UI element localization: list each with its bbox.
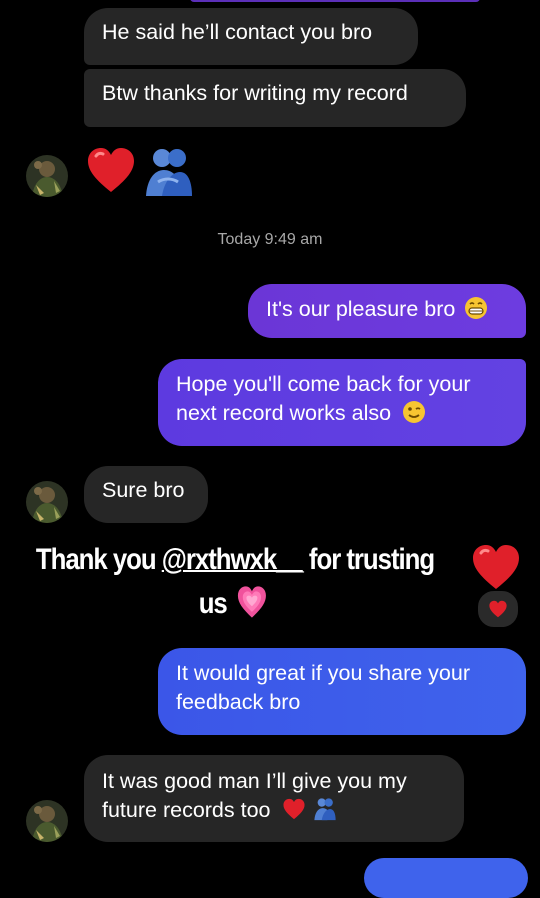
- outgoing-message[interactable]: It's our pleasure bro: [248, 284, 526, 338]
- red-heart-icon: [88, 148, 134, 192]
- reaction-badge[interactable]: [476, 589, 520, 629]
- message-line: It would great if you share your: [176, 661, 470, 685]
- message-text: Sure bro: [102, 478, 185, 502]
- contact-avatar[interactable]: [26, 800, 68, 842]
- message-text: Btw thanks for writing my record: [102, 81, 408, 105]
- caption-text: us: [198, 587, 228, 620]
- red-heart-icon: [282, 799, 305, 820]
- red-heart-icon: [489, 600, 507, 618]
- message-line: Hope you'll come back for your: [176, 372, 471, 396]
- grinning-face-icon: [465, 297, 488, 320]
- message-line: next record works also: [176, 401, 392, 425]
- emoji-message[interactable]: [86, 146, 196, 198]
- overlay-caption: Thank you @rxthwxk__ for trusting: [33, 543, 437, 577]
- incoming-message[interactable]: He said he’ll contact you bro: [84, 8, 418, 65]
- incoming-message[interactable]: Btw thanks for writing my record: [84, 69, 466, 127]
- incoming-message[interactable]: Sure bro: [84, 466, 208, 523]
- red-heart-icon[interactable]: [470, 543, 522, 591]
- message-line: feedback bro: [176, 690, 301, 714]
- previous-outgoing-bubble[interactable]: [190, 0, 480, 2]
- message-text: He said he’ll contact you bro: [102, 20, 373, 44]
- outgoing-message[interactable]: Hope you'll come back for your next reco…: [158, 359, 526, 446]
- caption-text: Thank you: [35, 543, 162, 576]
- contact-avatar[interactable]: [26, 155, 68, 197]
- message-line: future records too: [102, 798, 271, 822]
- caption-text: for trusting: [302, 543, 435, 576]
- winking-face-icon: [403, 401, 426, 424]
- overlay-caption-line2: us: [31, 586, 435, 621]
- message-timestamp: Today 9:49 am: [217, 231, 323, 248]
- caption-mention: @rxthwxk__: [161, 543, 304, 576]
- people-hugging-icon: [146, 149, 192, 196]
- outgoing-message[interactable]: It would great if you share your feedbac…: [158, 648, 526, 735]
- message-text: It's our pleasure bro: [266, 297, 456, 321]
- contact-avatar[interactable]: [26, 481, 68, 523]
- people-hugging-icon: [314, 798, 337, 821]
- next-outgoing-bubble[interactable]: [364, 858, 528, 898]
- incoming-message[interactable]: It was good man I’ll give you my future …: [84, 755, 464, 842]
- growing-heart-icon: [237, 586, 266, 618]
- message-line: It was good man I’ll give you my: [102, 769, 407, 793]
